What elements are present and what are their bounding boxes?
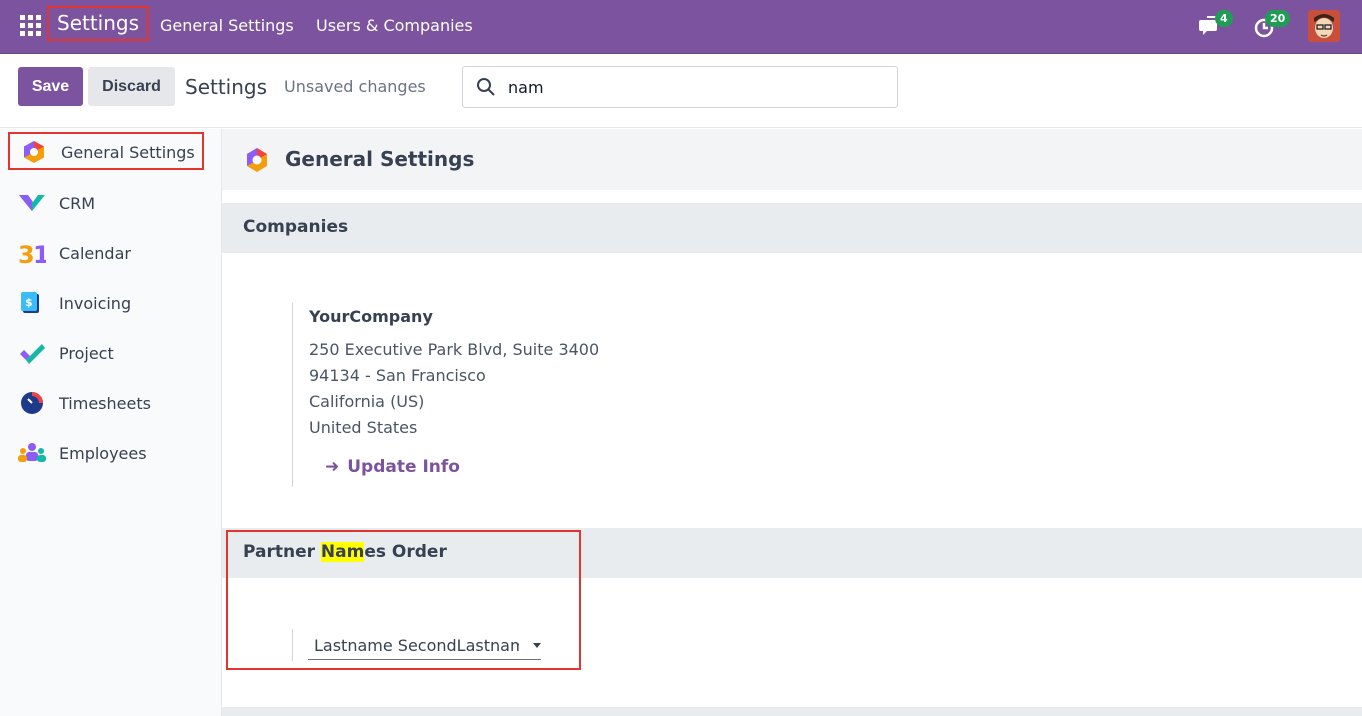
general-settings-icon xyxy=(247,148,267,172)
next-section-header xyxy=(222,707,1362,716)
update-info-link[interactable]: ➜ Update Info xyxy=(325,457,460,477)
sidebar-item-general-settings[interactable]: General Settings xyxy=(8,132,204,170)
crm-icon xyxy=(19,195,45,211)
user-avatar[interactable] xyxy=(1308,10,1340,42)
sidebar-item-label: CRM xyxy=(59,194,96,213)
search-box[interactable] xyxy=(462,66,898,108)
menu-users-companies[interactable]: Users & Companies xyxy=(316,16,473,35)
messages-badge: 4 xyxy=(1215,10,1233,27)
menu-general-settings[interactable]: General Settings xyxy=(160,16,294,35)
project-icon xyxy=(20,344,45,364)
sidebar-item-label: Project xyxy=(59,344,114,363)
svg-text:1: 1 xyxy=(33,241,46,265)
sidebar-item-timesheets[interactable]: Timesheets xyxy=(8,384,204,422)
update-info-label: Update Info xyxy=(347,457,460,477)
employees-icon xyxy=(18,443,46,462)
sidebar-item-project[interactable]: Project xyxy=(8,334,204,372)
sidebar-item-label: General Settings xyxy=(61,143,195,162)
general-settings-icon xyxy=(24,141,44,163)
app-brand[interactable]: Settings xyxy=(47,6,150,41)
settings-main: General Settings Companies YourCompany 2… xyxy=(222,129,1362,716)
caret-down-icon xyxy=(533,643,541,648)
save-button[interactable]: Save xyxy=(18,67,83,106)
breadcrumb-title: Settings xyxy=(185,75,268,99)
setting-divider xyxy=(292,629,293,661)
company-name: YourCompany xyxy=(309,307,433,326)
activities-badge: 20 xyxy=(1265,10,1291,27)
timesheets-icon xyxy=(21,392,43,414)
discard-button[interactable]: Discard xyxy=(88,67,175,106)
calendar-icon: 3 1 xyxy=(18,241,46,265)
address-line: California (US) xyxy=(309,392,425,411)
sidebar-item-calendar[interactable]: 3 1 Calendar xyxy=(8,234,204,272)
sidebar-item-employees[interactable]: Employees xyxy=(8,434,204,472)
address-line: 94134 - San Francisco xyxy=(309,366,486,385)
sidebar-item-label: Calendar xyxy=(59,244,131,263)
app-header: General Settings xyxy=(222,129,1362,190)
sidebar-item-label: Timesheets xyxy=(59,394,151,413)
arrow-right-icon: ➜ xyxy=(325,457,340,477)
svg-text:$: $ xyxy=(25,296,33,309)
section-title: Companies xyxy=(243,217,349,237)
app-title: General Settings xyxy=(285,147,475,171)
companies-section-header: Companies xyxy=(222,203,1362,253)
unsaved-status: Unsaved changes xyxy=(284,77,426,96)
top-navbar: Settings General Settings Users & Compan… xyxy=(0,0,1362,54)
control-panel: Save Discard Settings Unsaved changes xyxy=(0,55,1362,128)
address-line: United States xyxy=(309,418,418,437)
names-order-select[interactable]: Lastname SecondLastname xyxy=(308,632,541,660)
company-info: YourCompany 250 Executive Park Blvd, Sui… xyxy=(292,303,692,487)
search-icon xyxy=(477,78,495,96)
apps-grid-icon[interactable] xyxy=(20,15,41,36)
sidebar-item-crm[interactable]: CRM xyxy=(8,184,204,222)
sidebar-item-label: Employees xyxy=(59,444,147,463)
sidebar-item-label: Invoicing xyxy=(59,294,132,313)
invoicing-icon: $ xyxy=(21,292,39,313)
search-input[interactable] xyxy=(508,75,888,99)
address-line: 250 Executive Park Blvd, Suite 3400 xyxy=(309,340,600,359)
selected-value: Lastname SecondLastname xyxy=(314,636,519,655)
settings-sidebar: General Settings CRM 3 1 Calendar $ Invo… xyxy=(0,129,222,716)
sidebar-item-invoicing[interactable]: $ Invoicing xyxy=(8,284,204,322)
